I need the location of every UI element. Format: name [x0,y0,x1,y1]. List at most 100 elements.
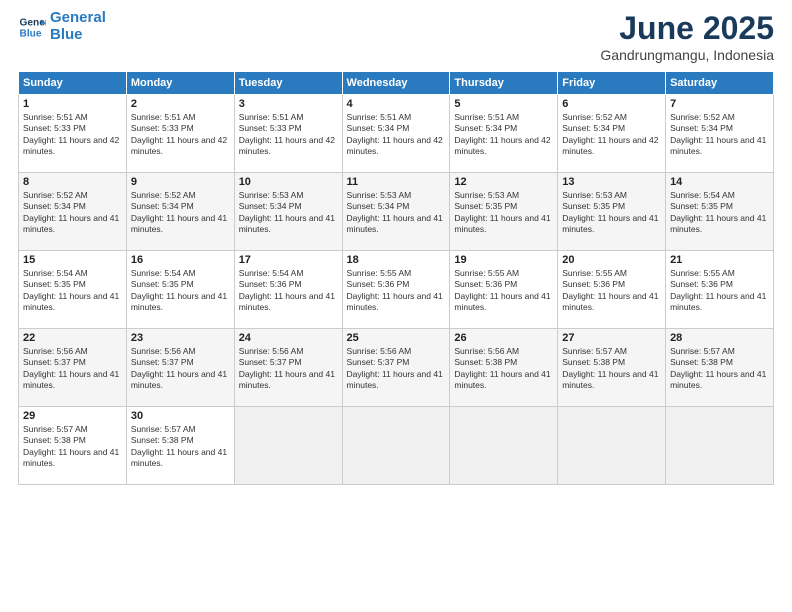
calendar-week-row: 1Sunrise: 5:51 AMSunset: 5:33 PMDaylight… [19,95,774,173]
calendar-cell: 18 Sunrise: 5:55 AMSunset: 5:36 PMDayligh… [342,251,450,329]
calendar-header-row: SundayMondayTuesdayWednesdayThursdayFrid… [19,72,774,95]
day-number: 20 [562,254,661,266]
calendar-cell: 13Sunrise: 5:53 AMSunset: 5:35 PMDayligh… [558,173,666,251]
day-info: Sunrise: 5:55 AMSunset: 5:36 PMDaylight:… [562,268,661,314]
day-number: 3 [239,98,338,110]
weekday-header-friday: Friday [558,72,666,95]
day-info: Sunrise: 5:54 AMSunset: 5:35 PMDaylight:… [23,268,122,314]
day-number: 29 [23,410,122,422]
calendar-cell: 10 Sunrise: 5:53 AMSunset: 5:34 PMDayligh… [234,173,342,251]
day-info: Sunrise: 5:51 AMSunset: 5:34 PMDaylight:… [454,112,553,158]
calendar-cell: 24 Sunrise: 5:56 AMSunset: 5:37 PMDayligh… [234,329,342,407]
weekday-header-monday: Monday [126,72,234,95]
weekday-header-tuesday: Tuesday [234,72,342,95]
weekday-header-wednesday: Wednesday [342,72,450,95]
day-info: Sunrise: 5:57 AMSunset: 5:38 PMDaylight:… [670,346,769,392]
calendar-cell: 1Sunrise: 5:51 AMSunset: 5:33 PMDaylight… [19,95,127,173]
calendar-cell: 22Sunrise: 5:56 AMSunset: 5:37 PMDayligh… [19,329,127,407]
day-info: Sunrise: 5:57 AMSunset: 5:38 PMDaylight:… [23,424,122,470]
calendar-cell [450,407,558,485]
logo-general: General [50,9,106,26]
day-number: 17 [239,254,338,266]
month-year-title: June 2025 [600,10,774,47]
day-number: 11 [347,176,446,188]
day-number: 27 [562,332,661,344]
calendar-cell: 21 Sunrise: 5:55 AMSunset: 5:36 PMDayligh… [666,251,774,329]
logo: General Blue General Blue [18,10,106,43]
calendar-week-row: 22Sunrise: 5:56 AMSunset: 5:37 PMDayligh… [19,329,774,407]
day-info: Sunrise: 5:51 AMSunset: 5:33 PMDaylight:… [23,112,122,158]
day-number: 9 [131,176,230,188]
weekday-header-saturday: Saturday [666,72,774,95]
day-info: Sunrise: 5:55 AMSunset: 5:36 PMDaylight:… [347,268,446,314]
day-number: 4 [347,98,446,110]
day-info: Sunrise: 5:57 AMSunset: 5:38 PMDaylight:… [562,346,661,392]
day-number: 5 [454,98,553,110]
day-number: 26 [454,332,553,344]
day-number: 14 [670,176,769,188]
day-info: Sunrise: 5:56 AMSunset: 5:37 PMDaylight:… [239,346,338,392]
day-info: Sunrise: 5:54 AMSunset: 5:35 PMDaylight:… [670,190,769,236]
calendar-cell [558,407,666,485]
day-number: 28 [670,332,769,344]
day-number: 7 [670,98,769,110]
day-info: Sunrise: 5:56 AMSunset: 5:37 PMDaylight:… [131,346,230,392]
day-info: Sunrise: 5:56 AMSunset: 5:38 PMDaylight:… [454,346,553,392]
calendar-cell: 2Sunrise: 5:51 AMSunset: 5:33 PMDaylight… [126,95,234,173]
calendar-cell: 12Sunrise: 5:53 AMSunset: 5:35 PMDayligh… [450,173,558,251]
calendar-week-row: 8 Sunrise: 5:52 AMSunset: 5:34 PMDaylight… [19,173,774,251]
calendar-cell: 26 Sunrise: 5:56 AMSunset: 5:38 PMDayligh… [450,329,558,407]
header: General Blue General Blue June 2025 Gand… [18,10,774,63]
day-info: Sunrise: 5:56 AMSunset: 5:37 PMDaylight:… [23,346,122,392]
day-number: 15 [23,254,122,266]
day-info: Sunrise: 5:53 AMSunset: 5:34 PMDaylight:… [239,190,338,236]
day-number: 24 [239,332,338,344]
calendar-cell [342,407,450,485]
calendar-cell: 8Sunrise: 5:52 AMSunset: 5:34 PMDaylight… [19,173,127,251]
location-subtitle: Gandrungmangu, Indonesia [600,47,774,63]
calendar-cell: 15 Sunrise: 5:54 AMSunset: 5:35 PMDayligh… [19,251,127,329]
calendar-cell: 7Sunrise: 5:52 AMSunset: 5:34 PMDaylight… [666,95,774,173]
calendar-cell: 20 Sunrise: 5:55 AMSunset: 5:36 PMDayligh… [558,251,666,329]
svg-text:Blue: Blue [20,28,42,39]
page: General Blue General Blue June 2025 Gand… [0,0,792,612]
day-number: 16 [131,254,230,266]
calendar-cell: 27 Sunrise: 5:57 AMSunset: 5:38 PMDayligh… [558,329,666,407]
day-info: Sunrise: 5:57 AMSunset: 5:38 PMDaylight:… [131,424,230,470]
day-number: 13 [562,176,661,188]
day-info: Sunrise: 5:51 AMSunset: 5:34 PMDaylight:… [347,112,446,158]
day-info: Sunrise: 5:53 AMSunset: 5:35 PMDaylight:… [454,190,553,236]
calendar-cell: 6Sunrise: 5:52 AMSunset: 5:34 PMDaylight… [558,95,666,173]
calendar-cell: 4 Sunrise: 5:51 AMSunset: 5:34 PMDaylight… [342,95,450,173]
logo-text: General Blue [50,10,106,43]
calendar-table: SundayMondayTuesdayWednesdayThursdayFrid… [18,71,774,485]
calendar-cell: 3 Sunrise: 5:51 AMSunset: 5:33 PMDaylight… [234,95,342,173]
day-info: Sunrise: 5:56 AMSunset: 5:37 PMDaylight:… [347,346,446,392]
weekday-header-thursday: Thursday [450,72,558,95]
calendar-cell: 23 Sunrise: 5:56 AMSunset: 5:37 PMDayligh… [126,329,234,407]
logo-icon: General Blue [18,13,46,41]
day-number: 21 [670,254,769,266]
day-number: 10 [239,176,338,188]
day-info: Sunrise: 5:54 AMSunset: 5:36 PMDaylight:… [239,268,338,314]
calendar-cell: 28 Sunrise: 5:57 AMSunset: 5:38 PMDayligh… [666,329,774,407]
title-block: June 2025 Gandrungmangu, Indonesia [600,10,774,63]
calendar-cell: 29 Sunrise: 5:57 AMSunset: 5:38 PMDayligh… [19,407,127,485]
calendar-cell [666,407,774,485]
day-number: 8 [23,176,122,188]
day-number: 25 [347,332,446,344]
day-info: Sunrise: 5:51 AMSunset: 5:33 PMDaylight:… [239,112,338,158]
calendar-cell: 11Sunrise: 5:53 AMSunset: 5:34 PMDayligh… [342,173,450,251]
day-info: Sunrise: 5:54 AMSunset: 5:35 PMDaylight:… [131,268,230,314]
day-number: 23 [131,332,230,344]
logo-blue: Blue [50,26,83,43]
day-info: Sunrise: 5:52 AMSunset: 5:34 PMDaylight:… [131,190,230,236]
calendar-cell: 5 Sunrise: 5:51 AMSunset: 5:34 PMDaylight… [450,95,558,173]
weekday-header-sunday: Sunday [19,72,127,95]
calendar-cell: 14 Sunrise: 5:54 AMSunset: 5:35 PMDayligh… [666,173,774,251]
day-number: 18 [347,254,446,266]
calendar-cell: 9 Sunrise: 5:52 AMSunset: 5:34 PMDaylight… [126,173,234,251]
day-info: Sunrise: 5:55 AMSunset: 5:36 PMDaylight:… [670,268,769,314]
day-number: 19 [454,254,553,266]
calendar-cell [234,407,342,485]
